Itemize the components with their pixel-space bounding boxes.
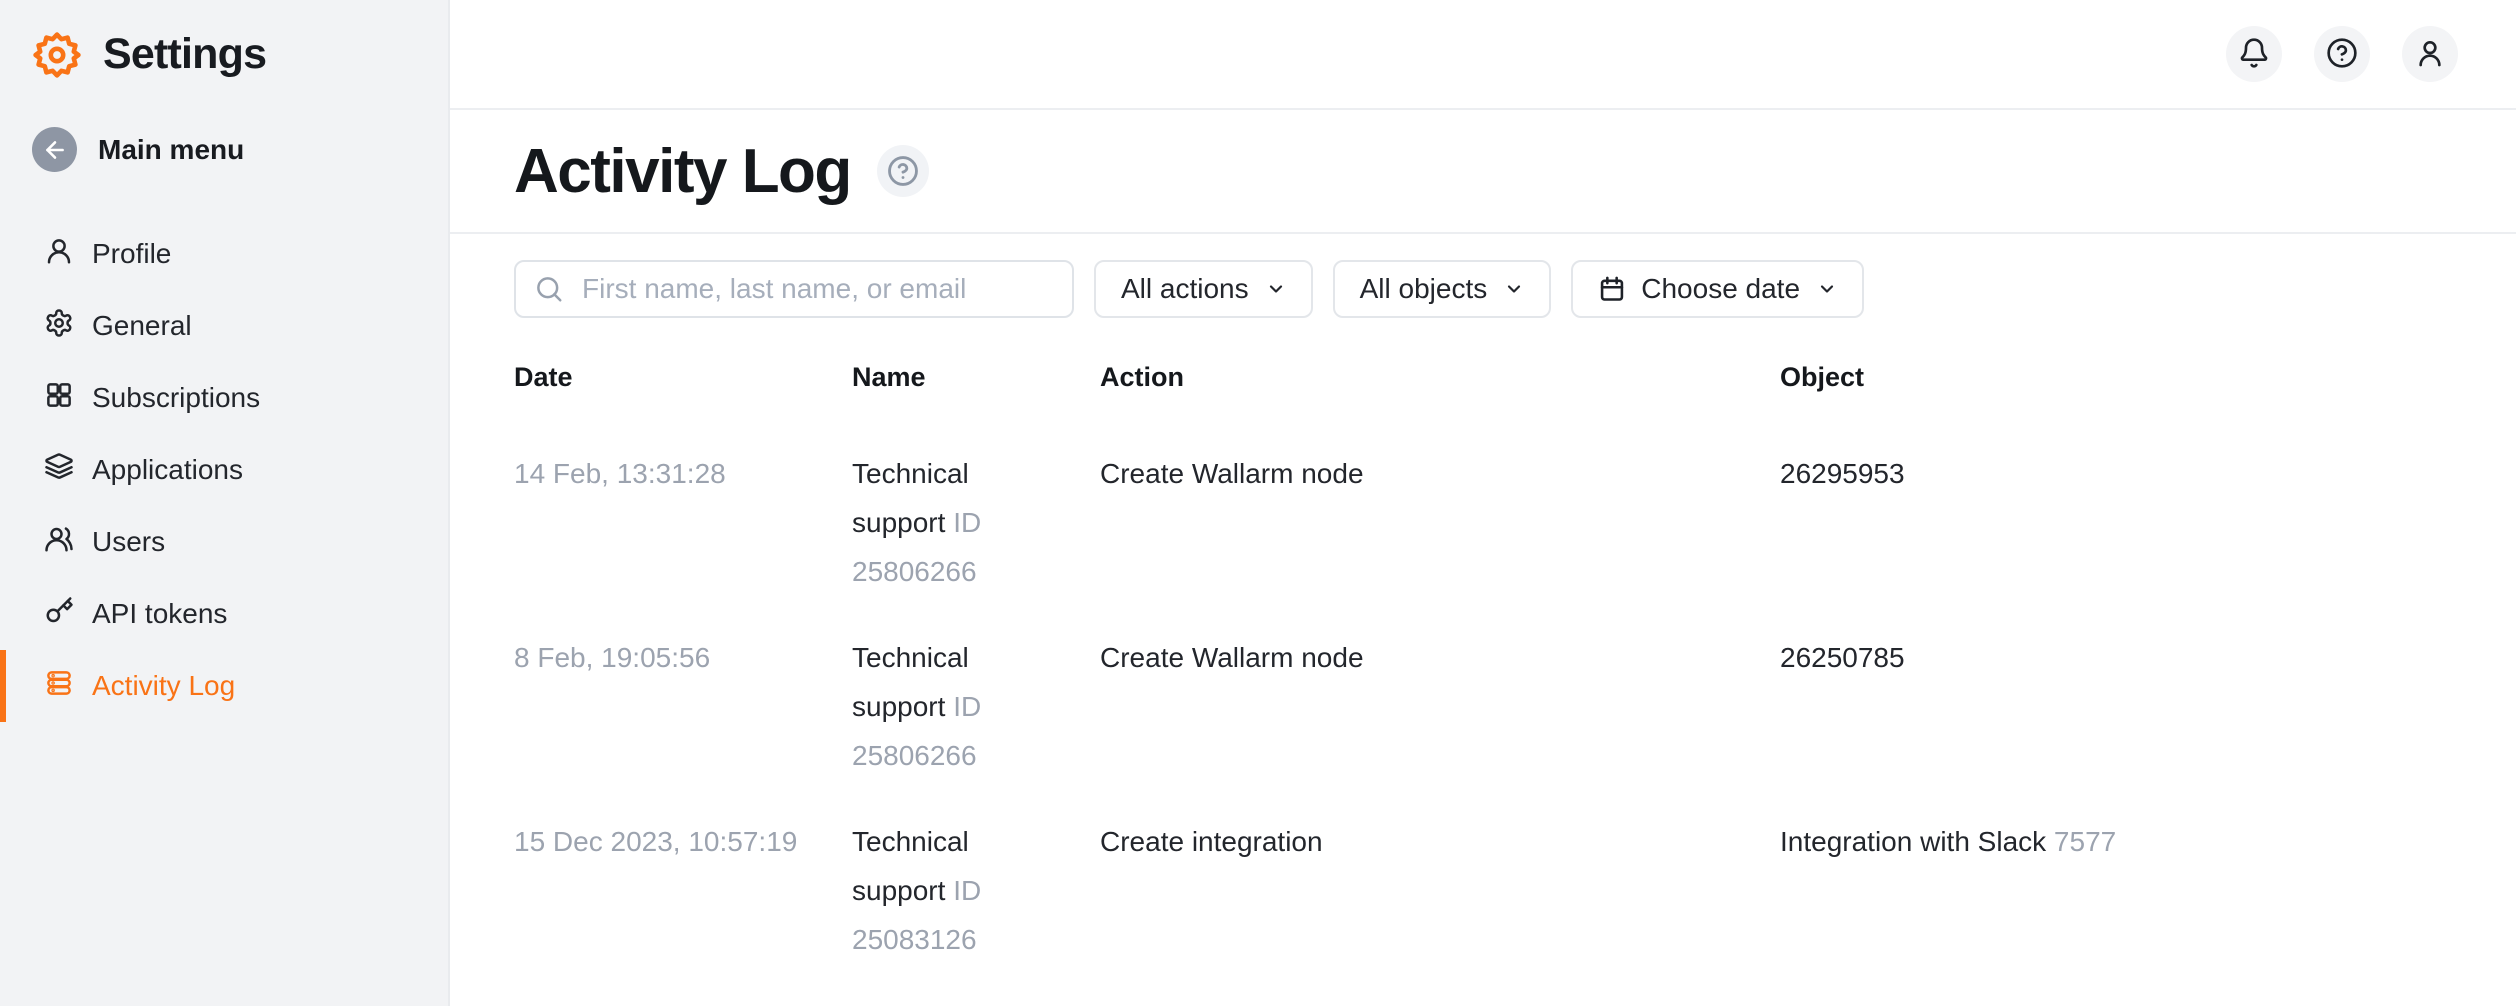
- bell-icon: [2238, 37, 2270, 72]
- topbar: [450, 0, 2516, 110]
- all-actions-label: All actions: [1121, 273, 1249, 305]
- all-objects-label: All objects: [1360, 273, 1488, 305]
- sidebar-item-label: General: [92, 310, 192, 342]
- gear-icon: [44, 308, 74, 345]
- row-name-text: Technical support: [852, 458, 969, 538]
- arrow-left-icon: [32, 127, 77, 172]
- row-date: 14 Feb, 13:31:28: [514, 449, 852, 498]
- sidebar-item-general[interactable]: General: [0, 290, 448, 362]
- key-icon: [44, 596, 74, 633]
- page-title-row: Activity Log: [450, 110, 2516, 234]
- main-area: Activity Log All actions: [450, 0, 2516, 1006]
- sidebar-item-users[interactable]: Users: [0, 506, 448, 578]
- row-name-text: Technical support: [852, 642, 969, 722]
- row-object-id: 7577: [2054, 826, 2116, 857]
- column-header-object: Object: [1780, 362, 2476, 393]
- row-object: 26250785: [1780, 633, 2476, 682]
- column-header-action: Action: [1100, 362, 1780, 393]
- row-name: Technical support ID 25083126: [852, 817, 1057, 964]
- sidebar: Settings Main menu Profile: [0, 0, 450, 1006]
- row-action: Create Wallarm node: [1100, 449, 1780, 498]
- circle-question-icon: [886, 154, 920, 188]
- choose-date-label: Choose date: [1641, 273, 1800, 305]
- notifications-button[interactable]: [2226, 26, 2282, 82]
- sidebar-item-label: API tokens: [92, 598, 227, 630]
- calendar-icon: [1598, 275, 1626, 303]
- row-object: 26295953: [1780, 449, 2476, 498]
- content: All actions All objects Choose date: [450, 234, 2516, 1001]
- row-action: Create Wallarm node: [1100, 633, 1780, 682]
- table-row: 8 Feb, 19:05:56 Technical support ID 258…: [514, 633, 2476, 780]
- filter-bar: All actions All objects Choose date: [514, 260, 2476, 318]
- all-actions-dropdown[interactable]: All actions: [1094, 260, 1313, 318]
- sidebar-item-label: Profile: [92, 238, 171, 270]
- sidebar-item-label: Applications: [92, 454, 243, 486]
- app-title: Settings: [103, 30, 266, 79]
- table-row: 14 Feb, 13:31:28 Technical support ID 25…: [514, 449, 2476, 596]
- row-date: 15 Dec 2023, 10:57:19: [514, 817, 852, 866]
- row-object-text: 26250785: [1780, 642, 1905, 673]
- chevron-down-icon: [1504, 279, 1524, 299]
- user-icon: [44, 236, 74, 273]
- sidebar-item-label: Activity Log: [92, 670, 235, 702]
- account-icon: [2414, 37, 2446, 72]
- circle-question-icon: [2326, 37, 2358, 72]
- sidebar-item-profile[interactable]: Profile: [0, 218, 448, 290]
- column-header-name: Name: [852, 362, 1100, 393]
- help-button[interactable]: [2314, 26, 2370, 82]
- grid-icon: [44, 380, 74, 417]
- account-button[interactable]: [2402, 26, 2458, 82]
- table-row: 15 Dec 2023, 10:57:19 Technical support …: [514, 817, 2476, 964]
- row-name: Technical support ID 25806266: [852, 633, 1057, 780]
- rows-icon: [44, 668, 74, 705]
- sidebar-nav: Profile General Subscriptions: [0, 218, 448, 722]
- row-name-text: Technical support: [852, 826, 969, 906]
- main-menu-label: Main menu: [98, 134, 244, 166]
- sidebar-item-applications[interactable]: Applications: [0, 434, 448, 506]
- sidebar-item-label: Users: [92, 526, 165, 558]
- back-to-main-menu[interactable]: Main menu: [32, 127, 448, 172]
- search-field-wrap: [514, 260, 1074, 318]
- sidebar-item-label: Subscriptions: [92, 382, 260, 414]
- row-name: Technical support ID 25806266: [852, 449, 1057, 596]
- settings-gear-logo-icon: [33, 31, 81, 79]
- choose-date-dropdown[interactable]: Choose date: [1571, 260, 1864, 318]
- app-logo: Settings: [0, 0, 448, 79]
- chevron-down-icon: [1817, 279, 1837, 299]
- layers-icon: [44, 452, 74, 489]
- chevron-down-icon: [1266, 279, 1286, 299]
- row-date: 8 Feb, 19:05:56: [514, 633, 852, 682]
- column-header-date: Date: [514, 362, 852, 393]
- row-object-text: 26295953: [1780, 458, 1905, 489]
- table-header-row: Date Name Action Object: [514, 362, 2476, 393]
- activity-log-table: Date Name Action Object 14 Feb, 13:31:28…: [514, 362, 2476, 964]
- page-help-button[interactable]: [877, 145, 929, 197]
- page-title: Activity Log: [514, 136, 851, 207]
- all-objects-dropdown[interactable]: All objects: [1333, 260, 1552, 318]
- sidebar-item-activity-log[interactable]: Activity Log: [0, 650, 448, 722]
- search-input[interactable]: [514, 260, 1074, 318]
- users-icon: [44, 524, 74, 561]
- sidebar-item-api-tokens[interactable]: API tokens: [0, 578, 448, 650]
- sidebar-item-subscriptions[interactable]: Subscriptions: [0, 362, 448, 434]
- row-action: Create integration: [1100, 817, 1780, 866]
- row-object: Integration with Slack 7577: [1780, 817, 2476, 866]
- table-body: 14 Feb, 13:31:28 Technical support ID 25…: [514, 449, 2476, 964]
- row-object-text: Integration with Slack: [1780, 826, 2046, 857]
- search-icon: [534, 274, 564, 304]
